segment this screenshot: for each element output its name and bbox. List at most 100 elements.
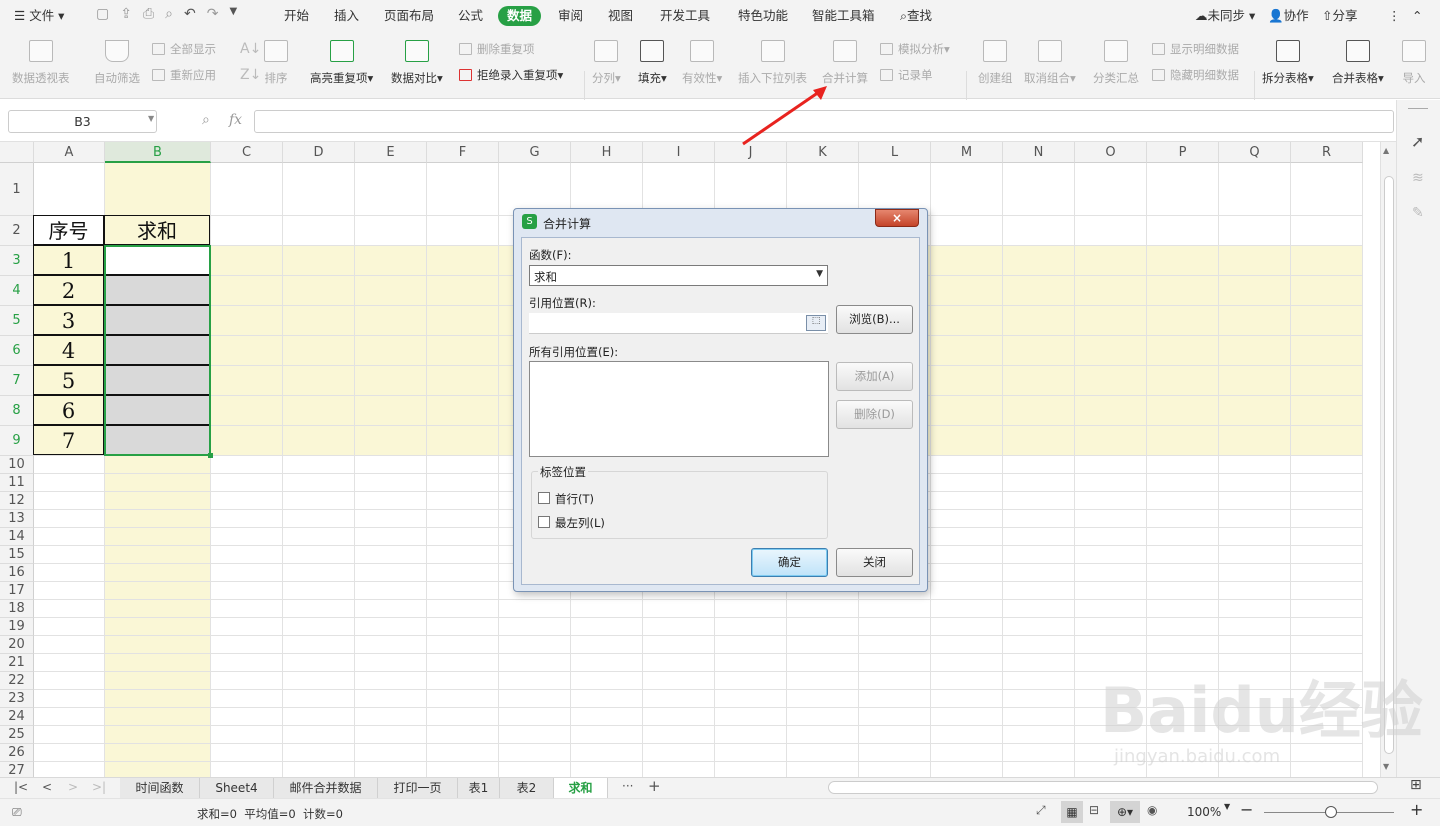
row-header-2[interactable]: 2	[0, 216, 34, 246]
row-header-17[interactable]: 17	[0, 582, 34, 600]
chevron-down-icon[interactable]: ▼	[1224, 802, 1230, 811]
column-header-b[interactable]: B	[105, 142, 211, 163]
row-header-11[interactable]: 11	[0, 474, 34, 492]
row-header-13[interactable]: 13	[0, 510, 34, 528]
column-header-m[interactable]: M	[931, 142, 1003, 163]
zoom-in-icon[interactable]: +	[1410, 800, 1423, 819]
sync-status[interactable]: ☁未同步 ▾	[1195, 6, 1255, 26]
row-header-3[interactable]: 3	[0, 246, 34, 276]
sort-button[interactable]: 排序	[264, 40, 288, 86]
reapply-button[interactable]: 重新应用	[152, 67, 216, 83]
cursor-select-icon[interactable]: ➚	[1411, 132, 1424, 151]
column-header-o[interactable]: O	[1075, 142, 1147, 163]
first-sheet-icon[interactable]: |<	[14, 780, 28, 794]
tab-features[interactable]: 特色功能	[738, 6, 788, 26]
consolidate-button[interactable]: 合并计算	[822, 40, 868, 86]
fill-handle[interactable]	[208, 453, 213, 458]
add-button[interactable]: 添加(A)	[836, 362, 913, 391]
remove-duplicates-button[interactable]: 删除重复项	[459, 41, 535, 57]
reject-duplicates-button[interactable]: 拒绝录入重复项 ▾	[459, 67, 563, 83]
tab-page-layout[interactable]: 页面布局	[384, 6, 434, 26]
hide-detail-button[interactable]: 隐藏明细数据	[1152, 67, 1239, 83]
function-select[interactable]: 求和 ▼	[529, 265, 828, 286]
zoom-level[interactable]: 100%	[1187, 805, 1221, 819]
row-header-21[interactable]: 21	[0, 654, 34, 672]
sheet-tab-5[interactable]: 表1	[458, 778, 500, 798]
chevron-up-icon[interactable]: ▲	[1383, 146, 1389, 155]
row-header-15[interactable]: 15	[0, 546, 34, 564]
select-all-corner[interactable]	[0, 142, 34, 163]
sheet-tab-1[interactable]: 时间函数	[120, 778, 200, 798]
tab-insert[interactable]: 插入	[334, 6, 359, 26]
close-icon[interactable]: ×	[875, 209, 919, 227]
column-header-a[interactable]: A	[34, 142, 105, 163]
row-header-1[interactable]: 1	[0, 163, 34, 216]
sort-asc-icon[interactable]: A↓	[240, 41, 261, 57]
first-row-checkbox[interactable]	[538, 492, 550, 504]
merge-table-button[interactable]: 合并表格▾	[1332, 40, 1384, 86]
print-icon[interactable]: ⎙	[143, 6, 154, 26]
column-header-r[interactable]: R	[1291, 142, 1363, 163]
fill-button[interactable]: 填充▾	[638, 40, 667, 86]
insert-dropdown-button[interactable]: 插入下拉列表	[738, 40, 807, 86]
ref-input[interactable]: ⬚	[529, 313, 828, 334]
chevron-down-icon[interactable]: ▼	[148, 114, 154, 123]
sort-desc-icon[interactable]: Z↓	[240, 67, 261, 83]
tab-review[interactable]: 审阅	[558, 6, 583, 26]
row-header-9[interactable]: 9	[0, 426, 34, 456]
tab-smart-tools[interactable]: 智能工具箱	[812, 6, 875, 26]
record-form-button[interactable]: 记录单	[880, 67, 933, 83]
share-button[interactable]: ⇧分享	[1322, 6, 1358, 26]
close-button[interactable]: 关闭	[836, 548, 913, 577]
column-header-l[interactable]: L	[859, 142, 931, 163]
normal-view-icon[interactable]: ▦	[1061, 801, 1083, 823]
sheet-tab-6[interactable]: 表2	[500, 778, 554, 798]
column-header-h[interactable]: H	[571, 142, 643, 163]
undo-icon[interactable]: ↶	[184, 6, 196, 26]
seq-cell[interactable]: 7	[33, 425, 104, 455]
header-sum[interactable]: 求和	[104, 215, 210, 245]
fullscreen-icon[interactable]: ⤢	[1036, 803, 1046, 818]
file-menu[interactable]: ☰ 文件 ▾	[14, 6, 64, 26]
row-header-24[interactable]: 24	[0, 708, 34, 726]
simulate-analysis-button[interactable]: 模拟分析 ▾	[880, 41, 950, 57]
redo-icon[interactable]: ↷	[207, 6, 219, 26]
show-all-button[interactable]: 全部显示	[152, 41, 216, 57]
zoom-formula-icon[interactable]: ⌕	[202, 112, 210, 128]
column-header-c[interactable]: C	[211, 142, 283, 163]
tab-view[interactable]: 视图	[608, 6, 633, 26]
row-header-22[interactable]: 22	[0, 672, 34, 690]
column-header-d[interactable]: D	[283, 142, 355, 163]
seq-cell[interactable]: 2	[33, 275, 104, 305]
row-header-20[interactable]: 20	[0, 636, 34, 654]
chevron-down-icon[interactable]: ▼	[1383, 762, 1389, 771]
ok-button[interactable]: 确定	[751, 548, 828, 577]
header-seq[interactable]: 序号	[33, 215, 104, 245]
create-group-button[interactable]: 创建组	[978, 40, 1013, 86]
tab-home[interactable]: 开始	[284, 6, 309, 26]
search-menu[interactable]: ⌕查找	[900, 6, 932, 26]
row-header-4[interactable]: 4	[0, 276, 34, 306]
seq-cell[interactable]: 5	[33, 365, 104, 395]
all-refs-list[interactable]	[529, 361, 829, 457]
macro-icon[interactable]: ⎚	[12, 805, 22, 820]
column-header-n[interactable]: N	[1003, 142, 1075, 163]
seq-cell[interactable]: 4	[33, 335, 104, 365]
row-header-16[interactable]: 16	[0, 564, 34, 582]
edit-icon[interactable]: ✎	[1412, 205, 1424, 221]
row-header-25[interactable]: 25	[0, 726, 34, 744]
eye-protection-icon[interactable]: ◉	[1147, 803, 1157, 817]
row-header-6[interactable]: 6	[0, 336, 34, 366]
show-detail-button[interactable]: 显示明细数据	[1152, 41, 1239, 57]
preview-icon[interactable]: ⌕	[165, 6, 173, 26]
prev-sheet-icon[interactable]: <	[42, 780, 52, 794]
tab-formula[interactable]: 公式	[458, 6, 483, 26]
column-header-i[interactable]: I	[643, 142, 715, 163]
zoom-out-icon[interactable]: −	[1240, 800, 1253, 819]
row-header-27[interactable]: 27	[0, 762, 34, 777]
highlight-duplicates-button[interactable]: 高亮重复项▾	[310, 40, 373, 86]
add-sheet-icon[interactable]: +	[648, 777, 661, 795]
tab-data[interactable]: 数据	[498, 6, 542, 26]
sheet-tab-7[interactable]: 求和	[554, 778, 608, 798]
row-header-7[interactable]: 7	[0, 366, 34, 396]
